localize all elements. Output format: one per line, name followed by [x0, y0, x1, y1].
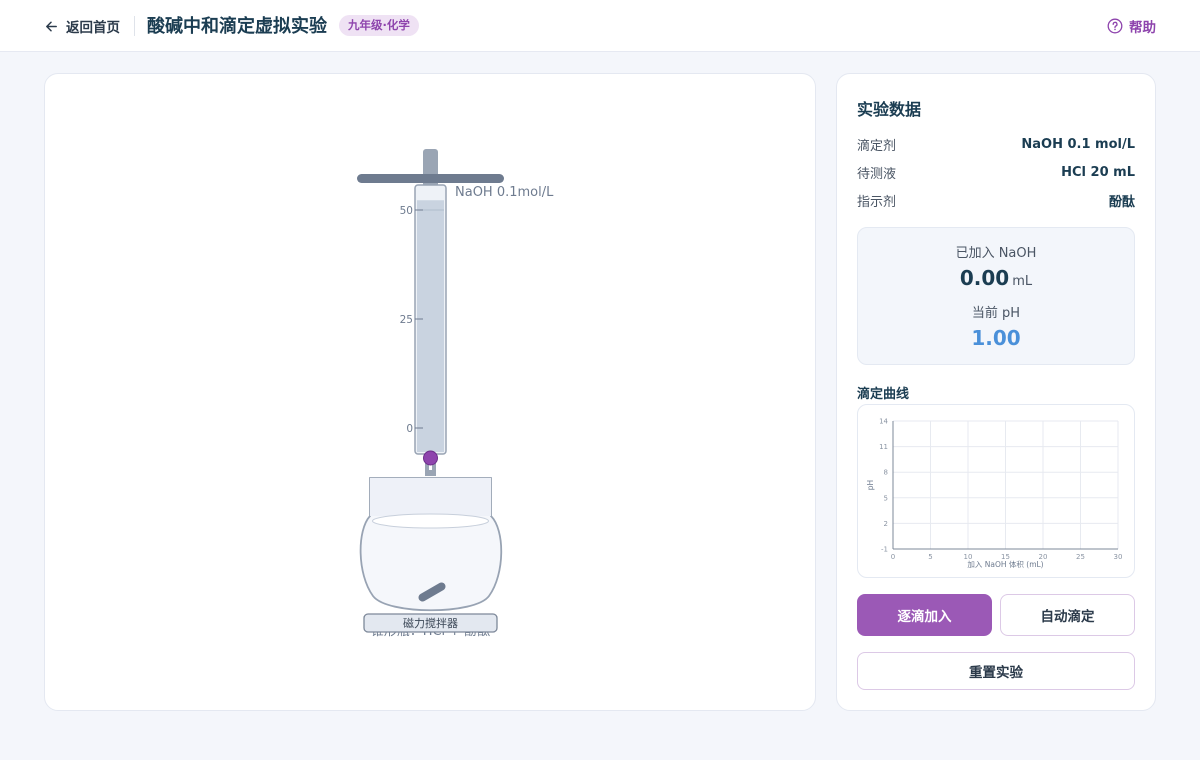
titration-chart: 0 5 10 15 20 25 301411852-1加入 NaOH 体积 (mL)pH: [866, 418, 1123, 570]
x-tick-label: 25: [1076, 553, 1085, 561]
grade-badge: 九年级·化学: [339, 15, 419, 36]
added-volume-unit: mL: [1012, 274, 1033, 289]
info-label: 指示剂: [857, 194, 897, 210]
info-label: 待测液: [857, 166, 897, 182]
scale-label-0: 0: [406, 423, 413, 435]
dropwise-button[interactable]: 逐滴加入: [857, 594, 992, 636]
scale-label-25: 25: [400, 314, 413, 326]
question-circle-icon: [1107, 18, 1123, 34]
liquid-surface: [372, 513, 489, 529]
stopcock[interactable]: [423, 450, 438, 466]
x-tick-label: 5: [928, 553, 932, 561]
y-axis-label: pH: [866, 480, 875, 490]
curve-title: 滴定曲线: [857, 387, 910, 402]
stirrer-label: 磁力搅拌器: [403, 616, 458, 630]
info-row-titrant: 滴定剂 NaOH 0.1 mol/L: [857, 134, 1135, 154]
y-tick-label: 8: [884, 469, 888, 477]
ph-value: 1.00: [971, 326, 1021, 350]
info-value: HCl 20 mL: [1061, 164, 1135, 180]
added-volume-label: 已加入 NaOH: [955, 246, 1037, 261]
x-tick-label: 30: [1114, 553, 1123, 561]
help-button[interactable]: 帮助: [1107, 15, 1156, 37]
panel-title: 实验数据: [857, 100, 922, 119]
back-home-label: 返回首页: [66, 20, 120, 36]
data-panel: 实验数据 滴定剂 NaOH 0.1 mol/L 待测液 HCl 20 mL 指示…: [836, 73, 1156, 711]
top-bar: 返回首页 酸碱中和滴定虚拟实验 九年级·化学 帮助: [0, 0, 1200, 52]
info-value: 酚酞: [1108, 194, 1135, 210]
info-row-indicator: 指示剂 酚酞: [857, 190, 1135, 210]
auto-titrate-button[interactable]: 自动滴定: [1000, 594, 1135, 636]
burette-solution: [417, 200, 444, 452]
lab-panel: 50 25 0 NaOH 0.1mol/L 锥形瓶：HCl + 酚酞 磁力搅拌器: [44, 73, 816, 711]
reset-button[interactable]: 重置实验: [857, 652, 1135, 690]
x-tick-label: 0: [891, 553, 895, 561]
apparatus-canvas: 50 25 0 NaOH 0.1mol/L 锥形瓶：HCl + 酚酞 磁力搅拌器: [357, 149, 554, 639]
scale-label-50: 50: [400, 205, 413, 217]
x-axis-label: 加入 NaOH 体积 (mL): [967, 559, 1043, 569]
header-divider: [134, 16, 135, 36]
arrow-left-icon: [46, 21, 57, 31]
back-home-button[interactable]: 返回首页: [44, 14, 120, 38]
y-tick-label: 14: [879, 418, 888, 426]
added-volume: 0.00 mL: [858, 266, 1134, 290]
y-tick-label: 5: [884, 494, 888, 502]
flask-neck: [370, 478, 491, 516]
y-tick-label: -1: [881, 546, 888, 554]
readout-card: 已加入 NaOH 0.00 mL 当前 pH 1.00: [857, 227, 1135, 365]
y-tick-label: 11: [879, 443, 888, 451]
y-tick-label: 2: [884, 520, 888, 528]
help-label: 帮助: [1129, 20, 1156, 36]
added-volume-value: 0.00: [959, 266, 1010, 290]
info-value: NaOH 0.1 mol/L: [1021, 136, 1135, 152]
page-title: 酸碱中和滴定虚拟实验: [147, 16, 327, 37]
burette-clamp: [357, 174, 504, 183]
info-label: 滴定剂: [857, 138, 897, 154]
burette-label: NaOH 0.1mol/L: [455, 185, 554, 200]
info-row-analyte: 待测液 HCl 20 mL: [857, 162, 1135, 182]
ph-label: 当前 pH: [971, 306, 1021, 321]
titration-curve: 0 5 10 15 20 25 30 14 11 8 5 2 -1 加入 NaOH 体积 (mL) pH: [857, 404, 1135, 578]
